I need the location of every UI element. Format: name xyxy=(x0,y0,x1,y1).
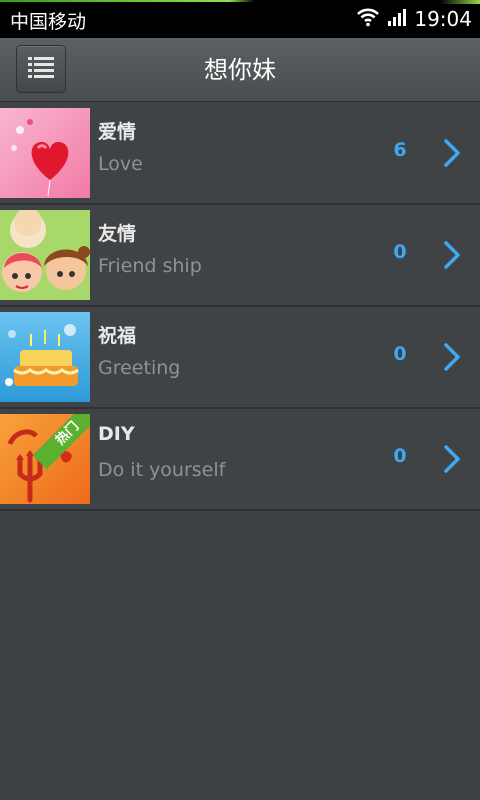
item-subtitle: Love xyxy=(98,153,143,175)
heart-balloon-image xyxy=(0,108,90,198)
wifi-icon xyxy=(356,7,380,31)
item-title: 爱情 xyxy=(98,121,137,143)
menu-button[interactable] xyxy=(16,45,66,93)
status-bar: 中国移动 19:04 xyxy=(0,0,480,38)
status-glow-right xyxy=(440,0,480,4)
item-title: DIY xyxy=(98,423,135,445)
chevron-right-icon xyxy=(440,443,464,475)
item-title: 祝福 xyxy=(98,325,137,347)
item-subtitle: Do it yourself xyxy=(98,459,226,481)
title-bar: 想你妹 xyxy=(0,38,480,102)
item-count: 6 xyxy=(393,139,407,161)
devil-trident-image: 热门 xyxy=(0,414,90,504)
list-icon xyxy=(28,56,54,82)
category-list: 爱情 Love 6 友情 Friend ship 0 祝福 Greeting 0… xyxy=(0,103,480,511)
carrier-name: 中国移动 xyxy=(10,11,87,33)
status-glow xyxy=(0,0,255,2)
chevron-right-icon xyxy=(440,341,464,373)
signal-icon xyxy=(387,7,407,31)
item-subtitle: Friend ship xyxy=(98,255,202,277)
birthday-cake-image xyxy=(0,312,90,402)
item-subtitle: Greeting xyxy=(98,357,181,379)
item-count: 0 xyxy=(393,241,407,263)
list-item-friendship[interactable]: 友情 Friend ship 0 xyxy=(0,205,480,307)
list-item-greeting[interactable]: 祝福 Greeting 0 xyxy=(0,307,480,409)
chevron-right-icon xyxy=(440,239,464,271)
page-title: 想你妹 xyxy=(204,56,276,84)
item-title: 友情 xyxy=(98,223,137,245)
list-item-love[interactable]: 爱情 Love 6 xyxy=(0,103,480,205)
cartoon-friends-image xyxy=(0,210,90,300)
chevron-right-icon xyxy=(440,137,464,169)
item-count: 0 xyxy=(393,343,407,365)
item-count: 0 xyxy=(393,445,407,467)
list-item-diy[interactable]: 热门 DIY Do it yourself 0 xyxy=(0,409,480,511)
status-clock: 19:04 xyxy=(414,7,472,31)
